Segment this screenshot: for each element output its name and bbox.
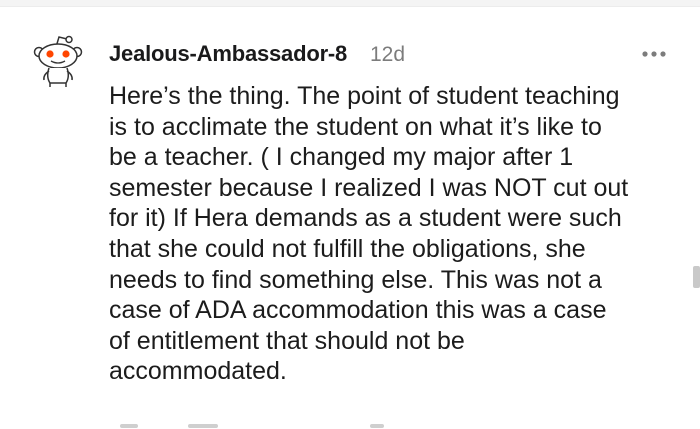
award-icon[interactable] bbox=[370, 424, 384, 428]
comment-author[interactable]: Jealous-Ambassador-8 bbox=[109, 41, 347, 67]
comment-line: is to acclimate the student on what it’s… bbox=[109, 112, 602, 141]
more-options-button[interactable] bbox=[636, 40, 672, 68]
comment-card: Jealous-Ambassador-8 12d Here’s the thin… bbox=[0, 0, 700, 429]
top-divider bbox=[0, 0, 700, 7]
scrollbar-thumb[interactable] bbox=[693, 266, 700, 288]
upvote-icon[interactable] bbox=[120, 424, 138, 428]
comment-line: semester because I realized I was NOT cu… bbox=[109, 173, 629, 202]
comment-line: for it) If Hera demands as a student wer… bbox=[109, 204, 622, 233]
comment-line: Here’s the thing. The point of student t… bbox=[109, 82, 620, 110]
comment-line: be a teacher. ( I changed my major after… bbox=[109, 143, 574, 172]
reddit-snoo-avatar-icon[interactable] bbox=[30, 33, 86, 89]
comment-line: of entitlement that should not be bbox=[109, 326, 465, 355]
comment-action-row bbox=[0, 418, 700, 429]
comment-line: needs to find something else. This was n… bbox=[109, 265, 602, 294]
comment-line: accommodated. bbox=[109, 357, 287, 386]
comment-line: that she could not fulfill the obligatio… bbox=[109, 234, 586, 263]
comment-line: case of ADA accommodation this was a cas… bbox=[109, 296, 607, 325]
comment-timestamp[interactable]: 12d bbox=[370, 43, 405, 67]
reply-icon[interactable] bbox=[188, 424, 218, 428]
more-options-icon bbox=[642, 51, 666, 57]
comment-body: Here’s the thing. The point of student t… bbox=[109, 81, 674, 387]
